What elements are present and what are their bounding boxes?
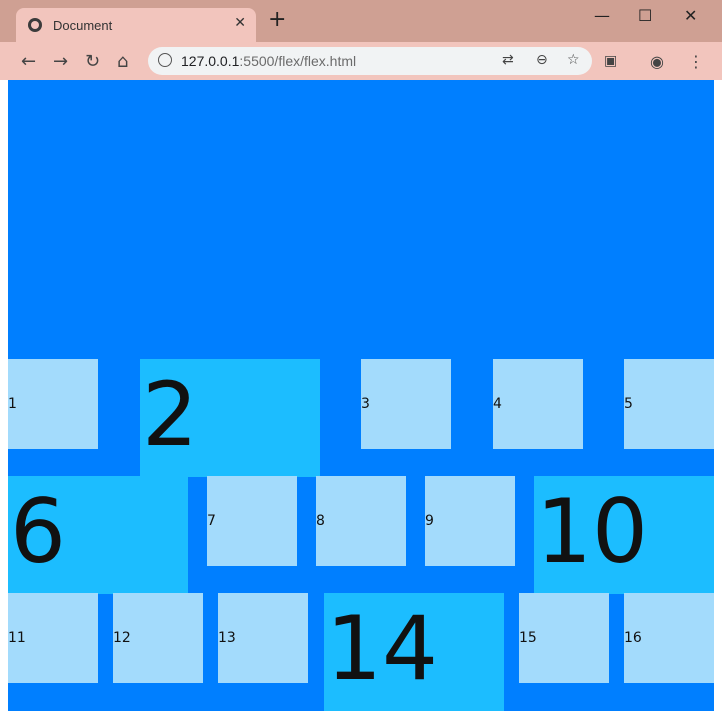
window-frame-bottom	[0, 711, 722, 719]
flex-item-12: 12	[113, 593, 203, 683]
tab-close-icon[interactable]: ✕	[234, 15, 246, 31]
flex-item-16: 16	[624, 593, 714, 683]
flex-item-4: 4	[493, 359, 583, 449]
flex-item-13: 13	[218, 593, 308, 683]
window-frame-right	[714, 80, 722, 719]
info-icon[interactable]	[158, 53, 172, 67]
tab-title: Document	[53, 18, 113, 33]
reload-icon[interactable]: ↻	[85, 51, 100, 72]
close-window-button[interactable]: ✕	[684, 6, 697, 25]
zoom-out-icon[interactable]: ⊖	[536, 52, 548, 68]
flex-container: 1 2 3 4 5 6 7 8 9 10 11 12 13 14 15 16	[8, 80, 714, 711]
tab-document[interactable]: Document ✕	[16, 8, 256, 42]
flex-item-10: 10	[534, 476, 714, 594]
flex-item-7: 7	[207, 476, 297, 566]
flex-item-8: 8	[316, 476, 406, 566]
minimize-button[interactable]: —	[594, 6, 610, 25]
translate-icon[interactable]: ⇄	[502, 52, 514, 68]
flex-item-3: 3	[361, 359, 451, 449]
address-bar[interactable]: 127.0.0.1:5500/flex/flex.html ⇄ ⊖ ☆	[148, 47, 592, 75]
home-icon[interactable]: ⌂	[117, 51, 128, 72]
globe-icon	[28, 18, 42, 32]
new-tab-button[interactable]: +	[268, 9, 286, 31]
flex-item-6: 6	[8, 476, 188, 594]
avatar[interactable]: ◉	[650, 52, 664, 71]
forward-arrow-icon[interactable]: →	[53, 51, 68, 72]
title-bar: Document ✕ + — ☐ ✕	[0, 0, 722, 42]
kebab-menu-icon[interactable]: ⋮	[688, 52, 704, 71]
browser-window: Document ✕ + — ☐ ✕ ← → ↻ ⌂ 127.0.0.1:550…	[0, 0, 722, 719]
flex-item-1: 1	[8, 359, 98, 449]
browser-toolbar: ← → ↻ ⌂ 127.0.0.1:5500/flex/flex.html ⇄ …	[0, 42, 722, 80]
flex-item-11: 11	[8, 593, 98, 683]
back-arrow-icon[interactable]: ←	[21, 51, 36, 72]
url-text: 127.0.0.1:5500/flex/flex.html	[181, 53, 357, 69]
flex-item-2: 2	[140, 359, 320, 477]
flex-item-5: 5	[624, 359, 714, 449]
star-icon[interactable]: ☆	[567, 52, 580, 68]
flex-item-9: 9	[425, 476, 515, 566]
flex-item-15: 15	[519, 593, 609, 683]
extension-icon[interactable]: ▣	[604, 53, 617, 69]
flex-item-14: 14	[324, 593, 504, 711]
maximize-button[interactable]: ☐	[638, 6, 652, 25]
